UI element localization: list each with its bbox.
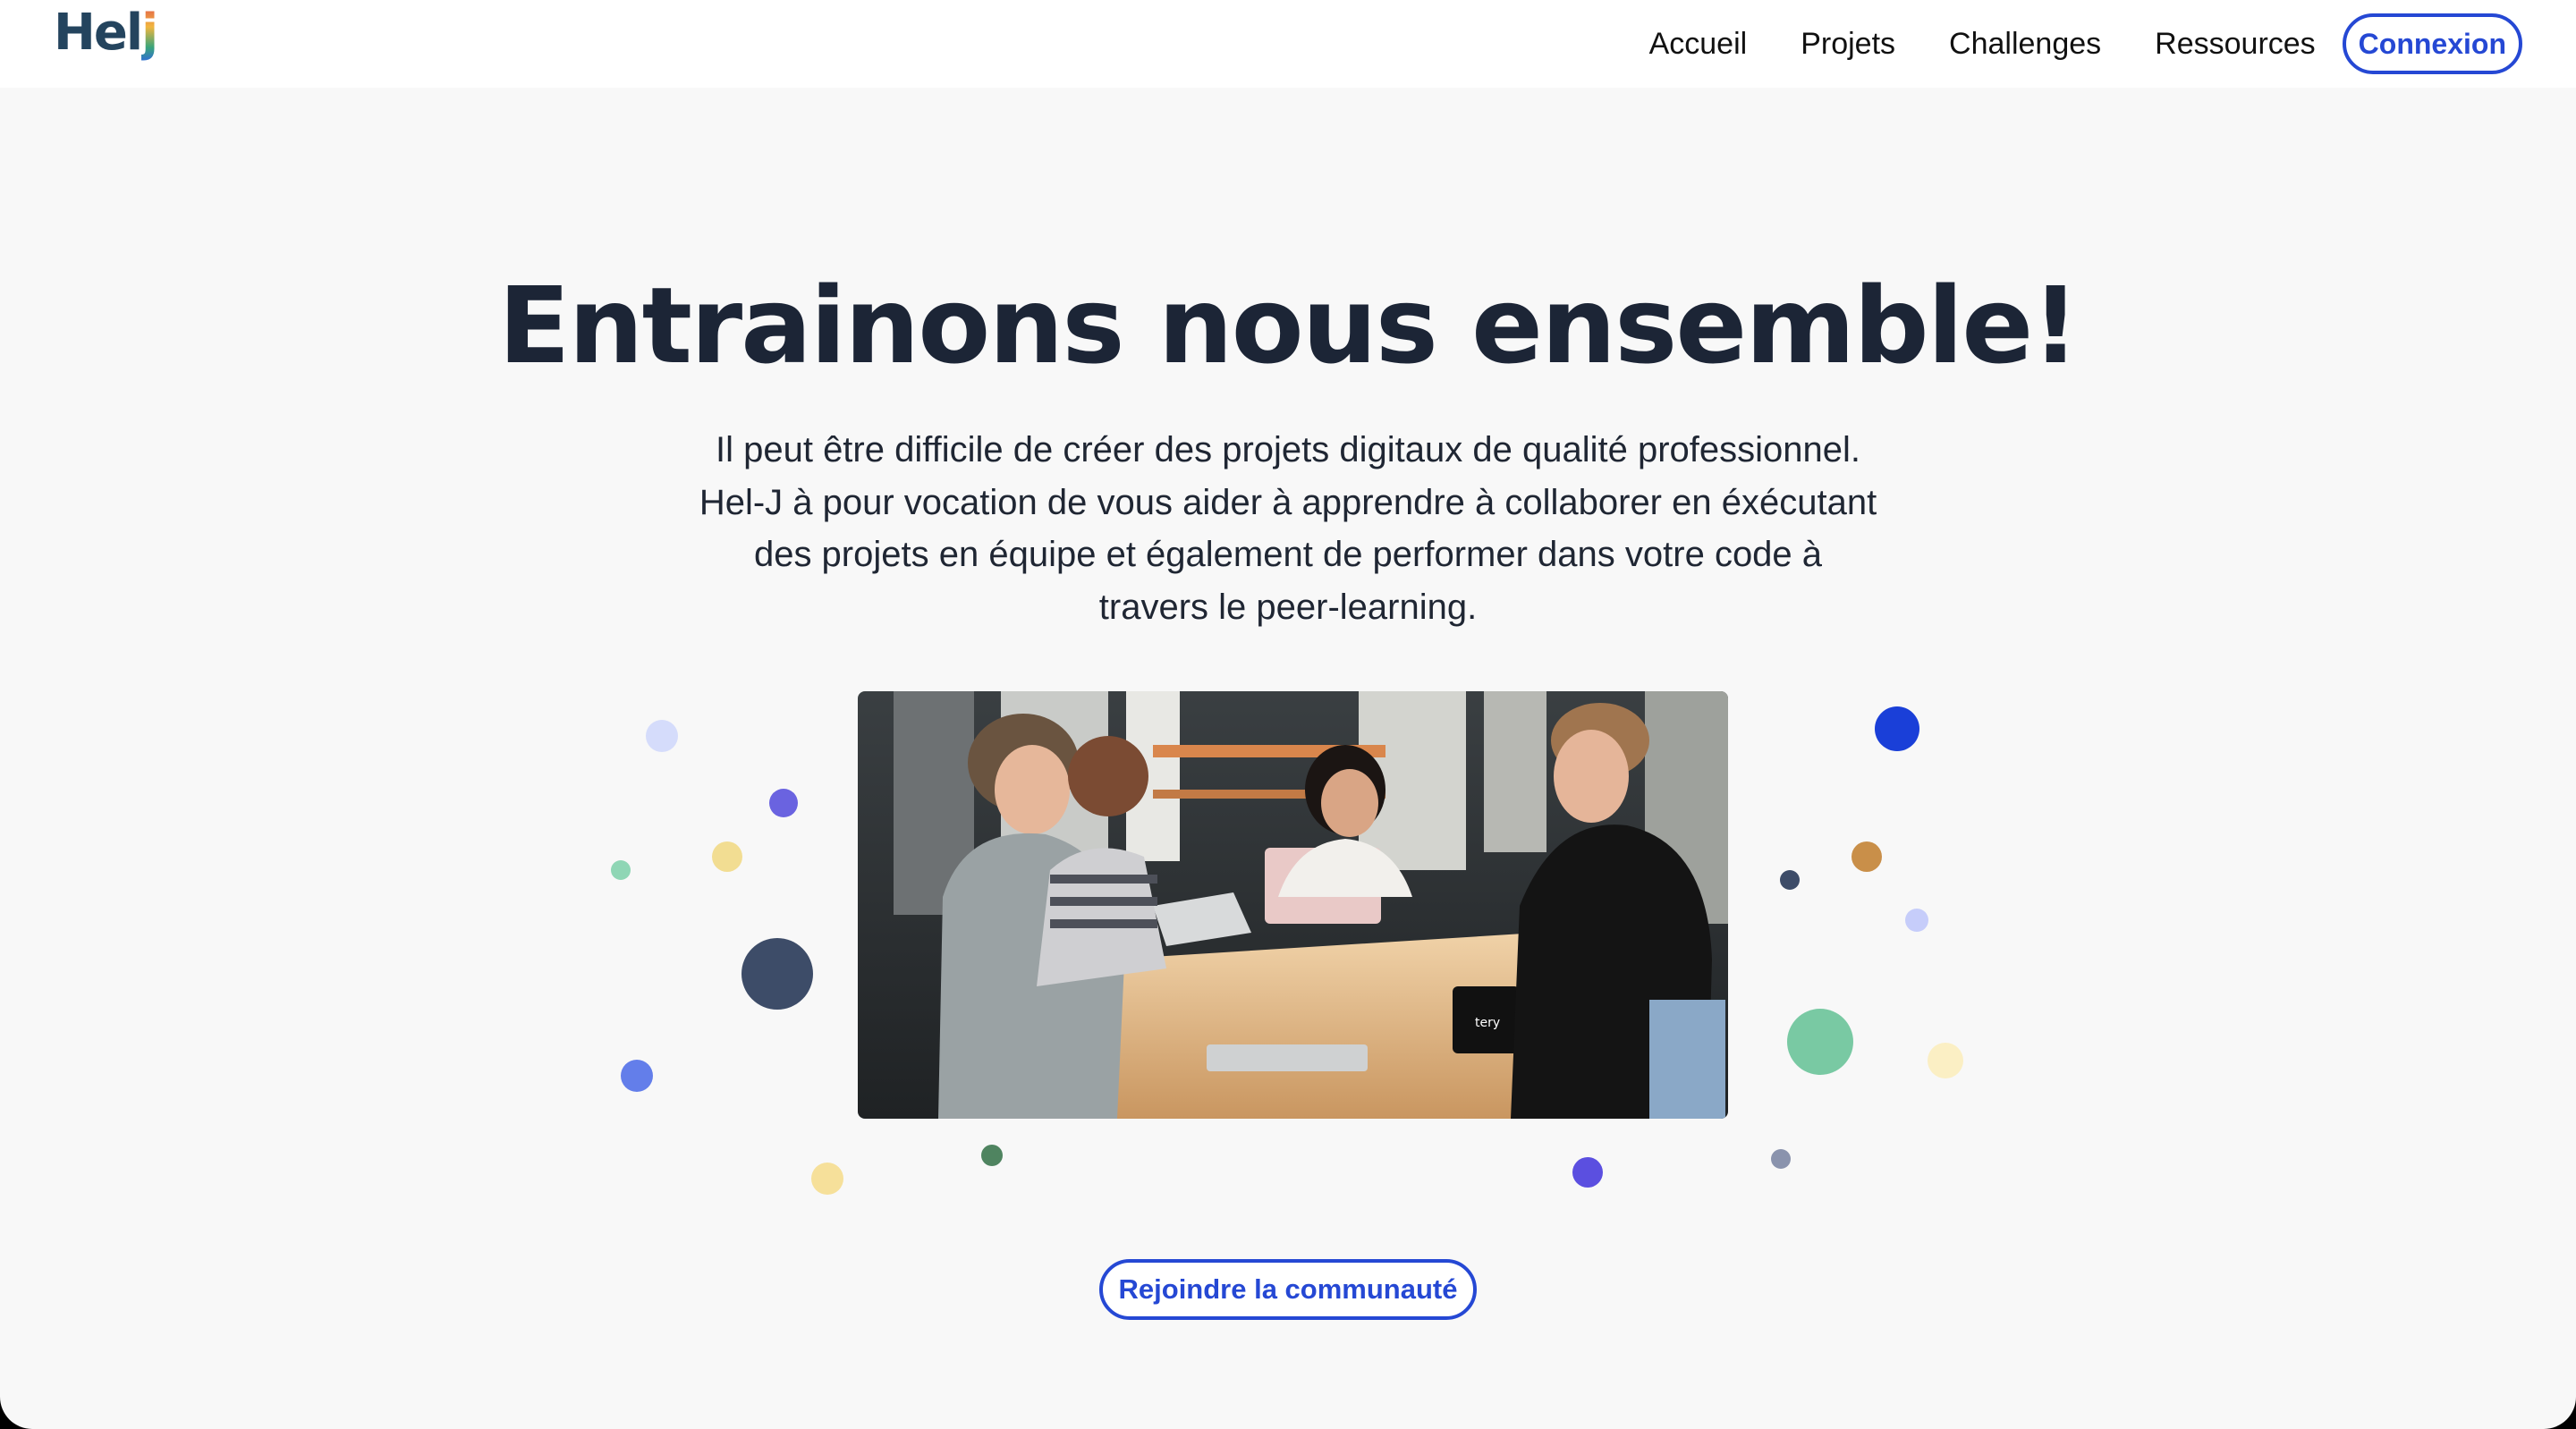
team-photo-illustration: tery — [858, 691, 1728, 1119]
decorative-dot — [811, 1163, 843, 1195]
decorative-dot — [621, 1060, 653, 1092]
join-community-button[interactable]: Rejoindre la communauté — [1099, 1259, 1477, 1320]
hero-description-line: des projets en équipe et également de pe… — [753, 535, 1823, 574]
decorative-dot — [1875, 706, 1919, 751]
decorative-dot — [1787, 1009, 1853, 1075]
hero-description-line: travers le peer-learning. — [1098, 587, 1478, 627]
main-nav: Accueil Projets Challenges Ressources Co… — [1649, 13, 2522, 75]
decorative-dot — [1771, 1149, 1791, 1169]
decorative-dot — [1928, 1043, 1963, 1078]
decorative-dot — [1852, 841, 1882, 872]
nav-link-projets[interactable]: Projets — [1801, 27, 1895, 62]
team-photo: tery — [858, 691, 1728, 1119]
decorative-dot — [611, 860, 631, 880]
decorative-dot — [1780, 870, 1800, 890]
decorative-dot — [646, 720, 678, 752]
hero-description: Il peut être difficile de créer des proj… — [662, 424, 1914, 633]
nav-link-ressources[interactable]: Ressources — [2155, 27, 2316, 62]
decorative-dot — [1572, 1157, 1603, 1188]
hero-description-line: Il peut être difficile de créer des proj… — [715, 430, 1861, 469]
nav-link-challenges[interactable]: Challenges — [1949, 27, 2101, 62]
helj-logo[interactable]: Hel j — [54, 4, 158, 72]
decorative-dot — [981, 1145, 1003, 1166]
nav-link-accueil[interactable]: Accueil — [1649, 27, 1748, 62]
hero-title: Entrainons nous ensemble! — [497, 264, 2080, 387]
mug-label: tery — [1475, 1016, 1500, 1030]
decorative-dot — [769, 789, 798, 817]
hero-description-line: Hel-J à pour vocation de vous aider à ap… — [699, 482, 1877, 522]
decorative-dot — [1905, 909, 1928, 932]
top-navbar: Hel j Accueil Projets Challenges Ressourc… — [0, 0, 2576, 88]
login-button[interactable]: Connexion — [2342, 13, 2522, 74]
decorative-dot — [712, 841, 742, 872]
browser-viewport: Hel j Accueil Projets Challenges Ressourc… — [0, 0, 2576, 1429]
logo-text: Hel — [54, 4, 143, 62]
decorative-dot — [741, 938, 813, 1010]
logo-accent-letter: j — [141, 4, 158, 62]
